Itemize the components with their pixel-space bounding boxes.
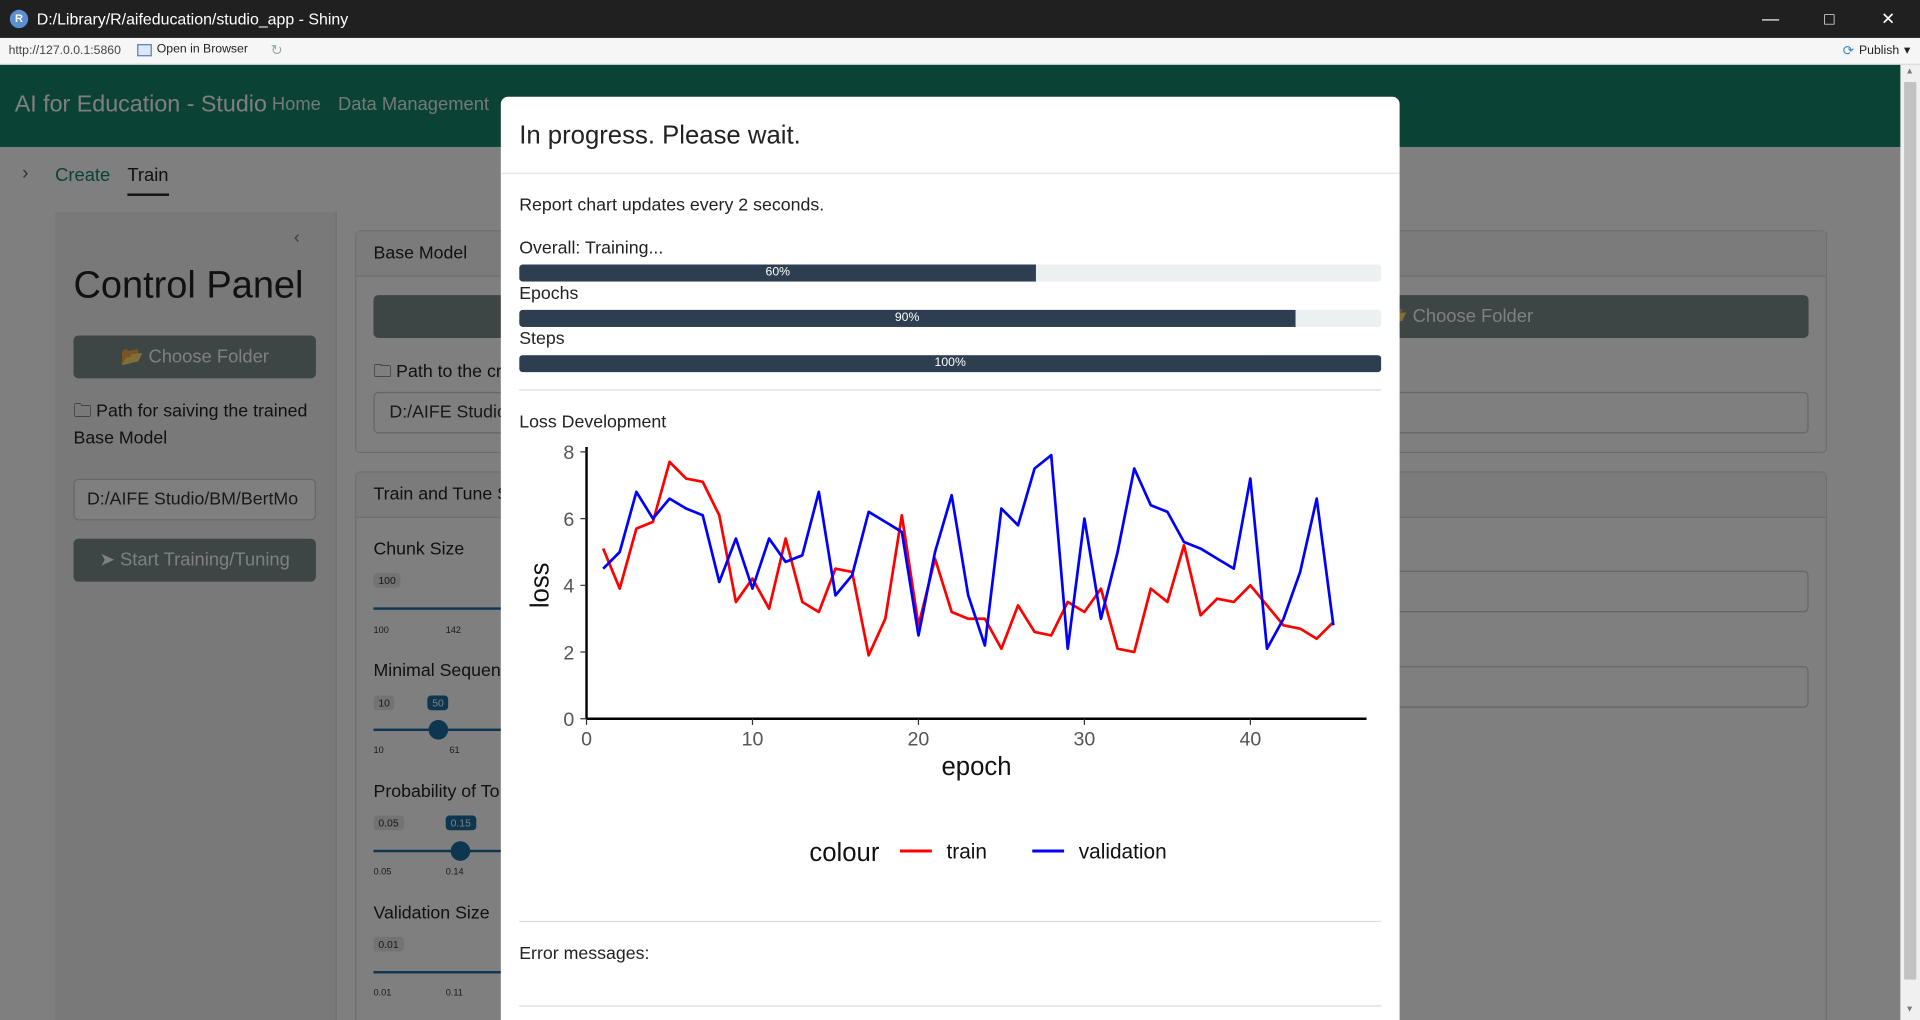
y-tick-label: 2 [563,642,574,664]
x-tick-label: 10 [742,729,764,751]
loss-development-title: Loss Development [519,412,667,433]
section-divider [519,389,1382,391]
modal-title: In progress. Please wait. [519,121,801,150]
legend-label-validation: validation [1079,840,1167,863]
open-in-browser-label: Open in Browser [156,42,248,57]
modal-divider [500,172,1400,174]
steps-progress-bar: 100% [519,355,1382,373]
legend-label-train: train [947,840,987,863]
x-tick-label: 0 [581,729,592,751]
scroll-up-icon[interactable]: ▲ [1905,67,1913,76]
steps-progress-label: Steps [519,329,565,349]
url-text: http://127.0.0.1:5860 [8,44,121,58]
publish-label: Publish [1858,44,1900,58]
publish-icon: ⟳ [1842,44,1855,59]
y-tick-label: 6 [563,509,574,531]
y-tick-label: 8 [563,442,574,464]
window-title: D:/Library/R/aifeducation/studio_app - S… [36,9,349,29]
refresh-icon[interactable]: ↻ [271,42,283,59]
close-icon[interactable]: ✕ [1859,0,1918,38]
viewer-toolbar: http://127.0.0.1:5860 Open in Browser ↻ … [0,37,1920,65]
loss-chart: 0 2 4 6 8 0 10 20 30 40 epoch loss colour train valida… [527,442,1367,867]
legend-title: colour [809,839,879,867]
update-note: Report chart updates every 2 seconds. [519,195,825,216]
x-tick-label: 40 [1239,729,1261,751]
overall-progress-bar: 60% [519,264,1382,282]
scrollbar-thumb[interactable] [1904,82,1917,980]
maximize-icon[interactable]: □ [1800,0,1859,38]
browser-icon [137,43,152,56]
error-messages-label: Error messages: [519,944,650,964]
steps-progress-fill: 100% [519,355,1382,373]
y-tick-label: 0 [563,709,574,731]
overall-progress-label: Overall: Training... [519,238,664,259]
scroll-down-icon[interactable]: ▼ [1905,1005,1913,1014]
epochs-progress-bar: 90% [519,309,1382,327]
page-scrollbar[interactable]: ▲ ▼ [1900,64,1920,1020]
y-tick-label: 4 [563,576,574,598]
minimize-icon[interactable]: — [1741,0,1800,38]
progress-modal: In progress. Please wait. Report chart u… [500,96,1400,1020]
epochs-progress-fill: 90% [519,309,1296,327]
epochs-progress-label: Epochs [519,284,579,304]
overall-progress-fill: 60% [519,264,1037,282]
section-divider [519,1005,1382,1007]
window-titlebar: R D:/Library/R/aifeducation/studio_app -… [0,0,1920,38]
section-divider [519,920,1382,923]
open-in-browser-button[interactable]: Open in Browser [137,43,248,56]
r-app-icon: R [9,9,29,29]
x-tick-label: 30 [1074,729,1096,751]
x-tick-label: 20 [908,729,930,751]
x-axis-title: epoch [942,753,1012,781]
chevron-down-icon: ▾ [1904,44,1911,58]
y-axis-title: loss [527,562,555,608]
publish-button[interactable]: ⟳ Publish ▾ [1843,43,1910,59]
